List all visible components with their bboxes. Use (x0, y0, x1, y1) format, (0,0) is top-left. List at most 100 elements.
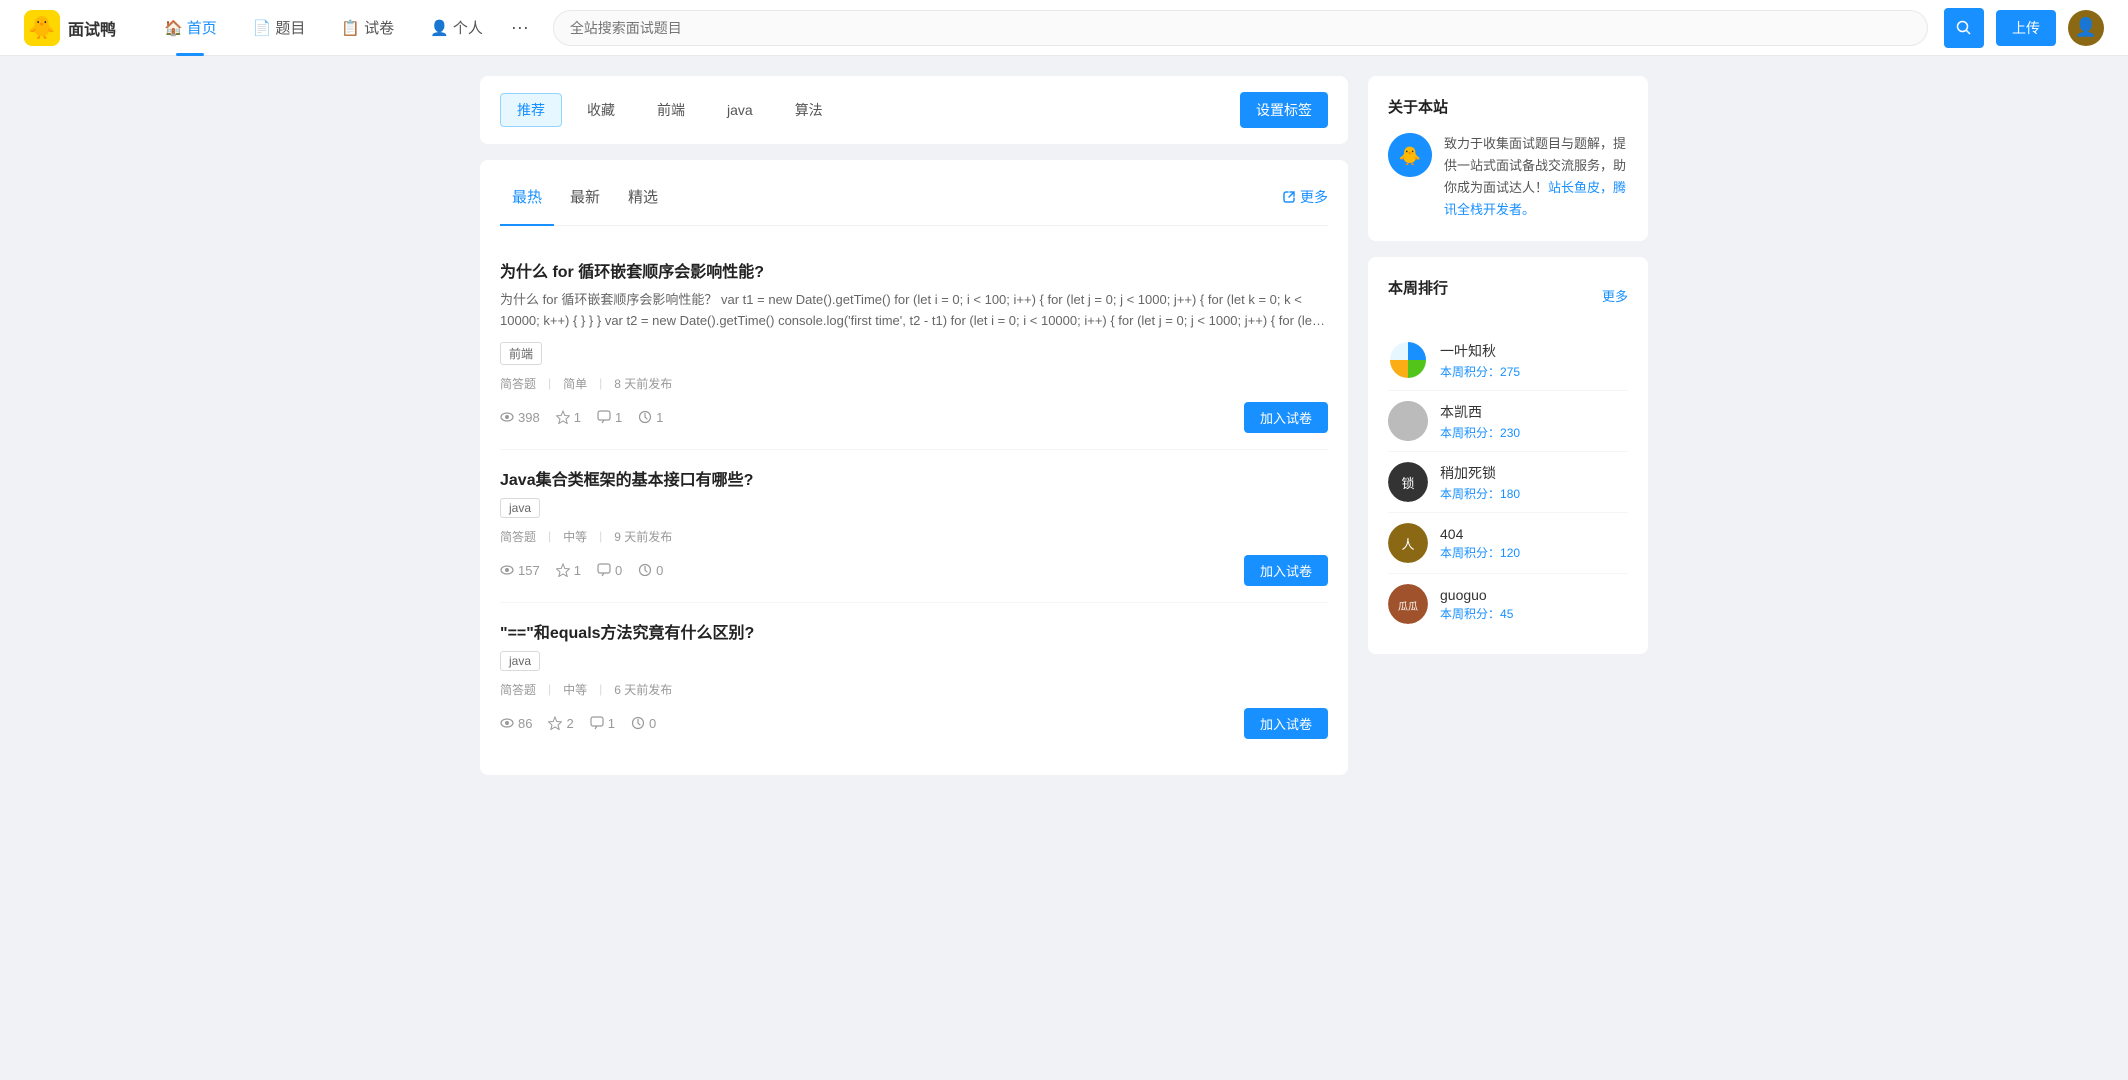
link-icon (1282, 190, 1296, 204)
question-item: Java集合类框架的基本接口有哪些? java 简答题 | 中等 | 9 天前发… (500, 450, 1328, 603)
nav-home[interactable]: 🏠 首页 (148, 9, 233, 46)
svg-text:人: 人 (1401, 537, 1414, 552)
question-type: 简答题 (500, 528, 536, 545)
rank-item: 锁 稍加死锁 本周积分：180 (1388, 452, 1628, 513)
nav-more[interactable]: ··· (503, 9, 537, 46)
sub-tabs: 最热 最新 精选 更多 (500, 180, 1328, 226)
site-avatar-icon: 🐥 (1388, 133, 1432, 177)
question-tags: java (500, 651, 1328, 671)
ranking-header: 本周排行 更多 (1388, 277, 1628, 314)
rank-score: 本周积分：275 (1440, 363, 1628, 380)
question-stats: 398 1 1 1 (500, 402, 1328, 433)
sub-tabs-more[interactable]: 更多 (1282, 187, 1328, 207)
clock-icon (638, 563, 652, 577)
view-count: 157 (500, 563, 540, 578)
question-title[interactable]: Java集合类框架的基本接口有哪些? (500, 466, 1328, 490)
question-tag[interactable]: 前端 (500, 342, 542, 365)
question-tag[interactable]: java (500, 651, 540, 671)
question-published: 6 天前发布 (614, 681, 672, 698)
stats-left: 157 1 0 0 (500, 563, 663, 578)
avatar[interactable]: 👤 (2068, 10, 2104, 46)
star-icon (556, 563, 570, 577)
question-stats: 157 1 0 0 (500, 555, 1328, 586)
rank-name: 本凯西 (1440, 402, 1628, 422)
star-icon (548, 716, 562, 730)
clock-icon (638, 410, 652, 424)
question-meta: 简答题 | 中等 | 6 天前发布 (500, 681, 1328, 698)
rank-avatar-5: 瓜瓜 (1388, 584, 1428, 624)
tab-featured[interactable]: 精选 (616, 180, 670, 213)
rank-item: 人 404 本周积分：120 (1388, 513, 1628, 574)
rank-avatar-2 (1388, 401, 1428, 441)
question-tags: java (500, 498, 1328, 518)
question-difficulty: 中等 (563, 528, 587, 545)
comment-icon (597, 410, 611, 424)
about-section: 🐥 致力于收集面试题目与题解，提供一站式面试备战交流服务，助你成为面试达人！站长… (1388, 133, 1628, 221)
clock-icon (631, 716, 645, 730)
profile-icon: 👤 (430, 19, 449, 37)
rank-avatar-1 (1388, 340, 1428, 380)
question-tags: 前端 (500, 342, 1328, 365)
question-tag[interactable]: java (500, 498, 540, 518)
stats-left: 398 1 1 1 (500, 410, 663, 425)
view-count: 398 (500, 410, 540, 425)
questions-icon: 📄 (253, 19, 272, 37)
comment-count: 1 (590, 716, 615, 731)
star-count: 1 (556, 410, 581, 425)
add-to-exam-button-1[interactable]: 加入试卷 (1244, 402, 1328, 433)
search-button[interactable] (1944, 8, 1984, 48)
comment-icon (590, 716, 604, 730)
rank-info-3: 稍加死锁 本周积分：180 (1440, 463, 1628, 502)
papers-icon: 📋 (341, 19, 360, 37)
nav-questions[interactable]: 📄 题目 (237, 9, 322, 46)
add-to-exam-button-2[interactable]: 加入试卷 (1244, 555, 1328, 586)
search-input[interactable] (553, 10, 1928, 46)
history-count: 0 (638, 563, 663, 578)
history-count: 1 (638, 410, 663, 425)
about-link-1[interactable]: 站长鱼皮， (1548, 180, 1613, 195)
star-count: 2 (548, 716, 573, 731)
question-type: 简答题 (500, 681, 536, 698)
nav-profile[interactable]: 👤 个人 (414, 9, 499, 46)
question-title[interactable]: "=="和equals方法究竟有什么区别? (500, 619, 1328, 643)
tag-algorithm[interactable]: 算法 (778, 93, 840, 127)
question-item: "=="和equals方法究竟有什么区别? java 简答题 | 中等 | 6 … (500, 603, 1328, 755)
question-published: 8 天前发布 (614, 375, 672, 392)
svg-text:瓜瓜: 瓜瓜 (1398, 601, 1418, 613)
rank-name: 404 (1440, 526, 1628, 542)
comment-count: 0 (597, 563, 622, 578)
star-count: 1 (556, 563, 581, 578)
rank-info-2: 本凯西 本周积分：230 (1440, 402, 1628, 441)
tag-favorites[interactable]: 收藏 (570, 93, 632, 127)
tab-hottest[interactable]: 最热 (500, 180, 554, 213)
rank-score: 本周积分：230 (1440, 424, 1628, 441)
content-card: 最热 最新 精选 更多 为什么 for 循环嵌套顺序会影响性能? 为什么 for… (480, 160, 1348, 775)
tag-frontend[interactable]: 前端 (640, 93, 702, 127)
rank-avatar-3: 锁 (1388, 462, 1428, 502)
comment-count: 1 (597, 410, 622, 425)
question-meta: 简答题 | 中等 | 9 天前发布 (500, 528, 1328, 545)
stats-left: 86 2 1 0 (500, 716, 656, 731)
tag-bar: 推荐 收藏 前端 java 算法 设置标签 (480, 76, 1348, 144)
rank-item: 本凯西 本周积分：230 (1388, 391, 1628, 452)
ranking-more[interactable]: 更多 (1602, 286, 1628, 305)
about-title: 关于本站 (1388, 96, 1628, 117)
upload-button[interactable]: 上传 (1996, 10, 2056, 46)
logo-icon: 🐥 (24, 10, 60, 46)
tag-java[interactable]: java (710, 95, 770, 125)
app-name: 面试鸭 (68, 16, 116, 40)
view-count: 86 (500, 716, 532, 731)
content-area: 推荐 收藏 前端 java 算法 设置标签 最热 最新 精选 更多 (480, 76, 1348, 775)
search-icon (1956, 20, 1972, 36)
nav-papers[interactable]: 📋 试卷 (325, 9, 410, 46)
tag-recommended[interactable]: 推荐 (500, 93, 562, 127)
question-title[interactable]: 为什么 for 循环嵌套顺序会影响性能? (500, 258, 1328, 282)
comment-icon (597, 563, 611, 577)
add-to-exam-button-3[interactable]: 加入试卷 (1244, 708, 1328, 739)
rank-name: 一叶知秋 (1440, 341, 1628, 361)
logo[interactable]: 🐥 面试鸭 (24, 10, 116, 46)
ranking-title: 本周排行 (1388, 277, 1448, 298)
tab-latest[interactable]: 最新 (558, 180, 612, 213)
set-tags-button[interactable]: 设置标签 (1240, 92, 1328, 128)
rank-avatar-4: 人 (1388, 523, 1428, 563)
